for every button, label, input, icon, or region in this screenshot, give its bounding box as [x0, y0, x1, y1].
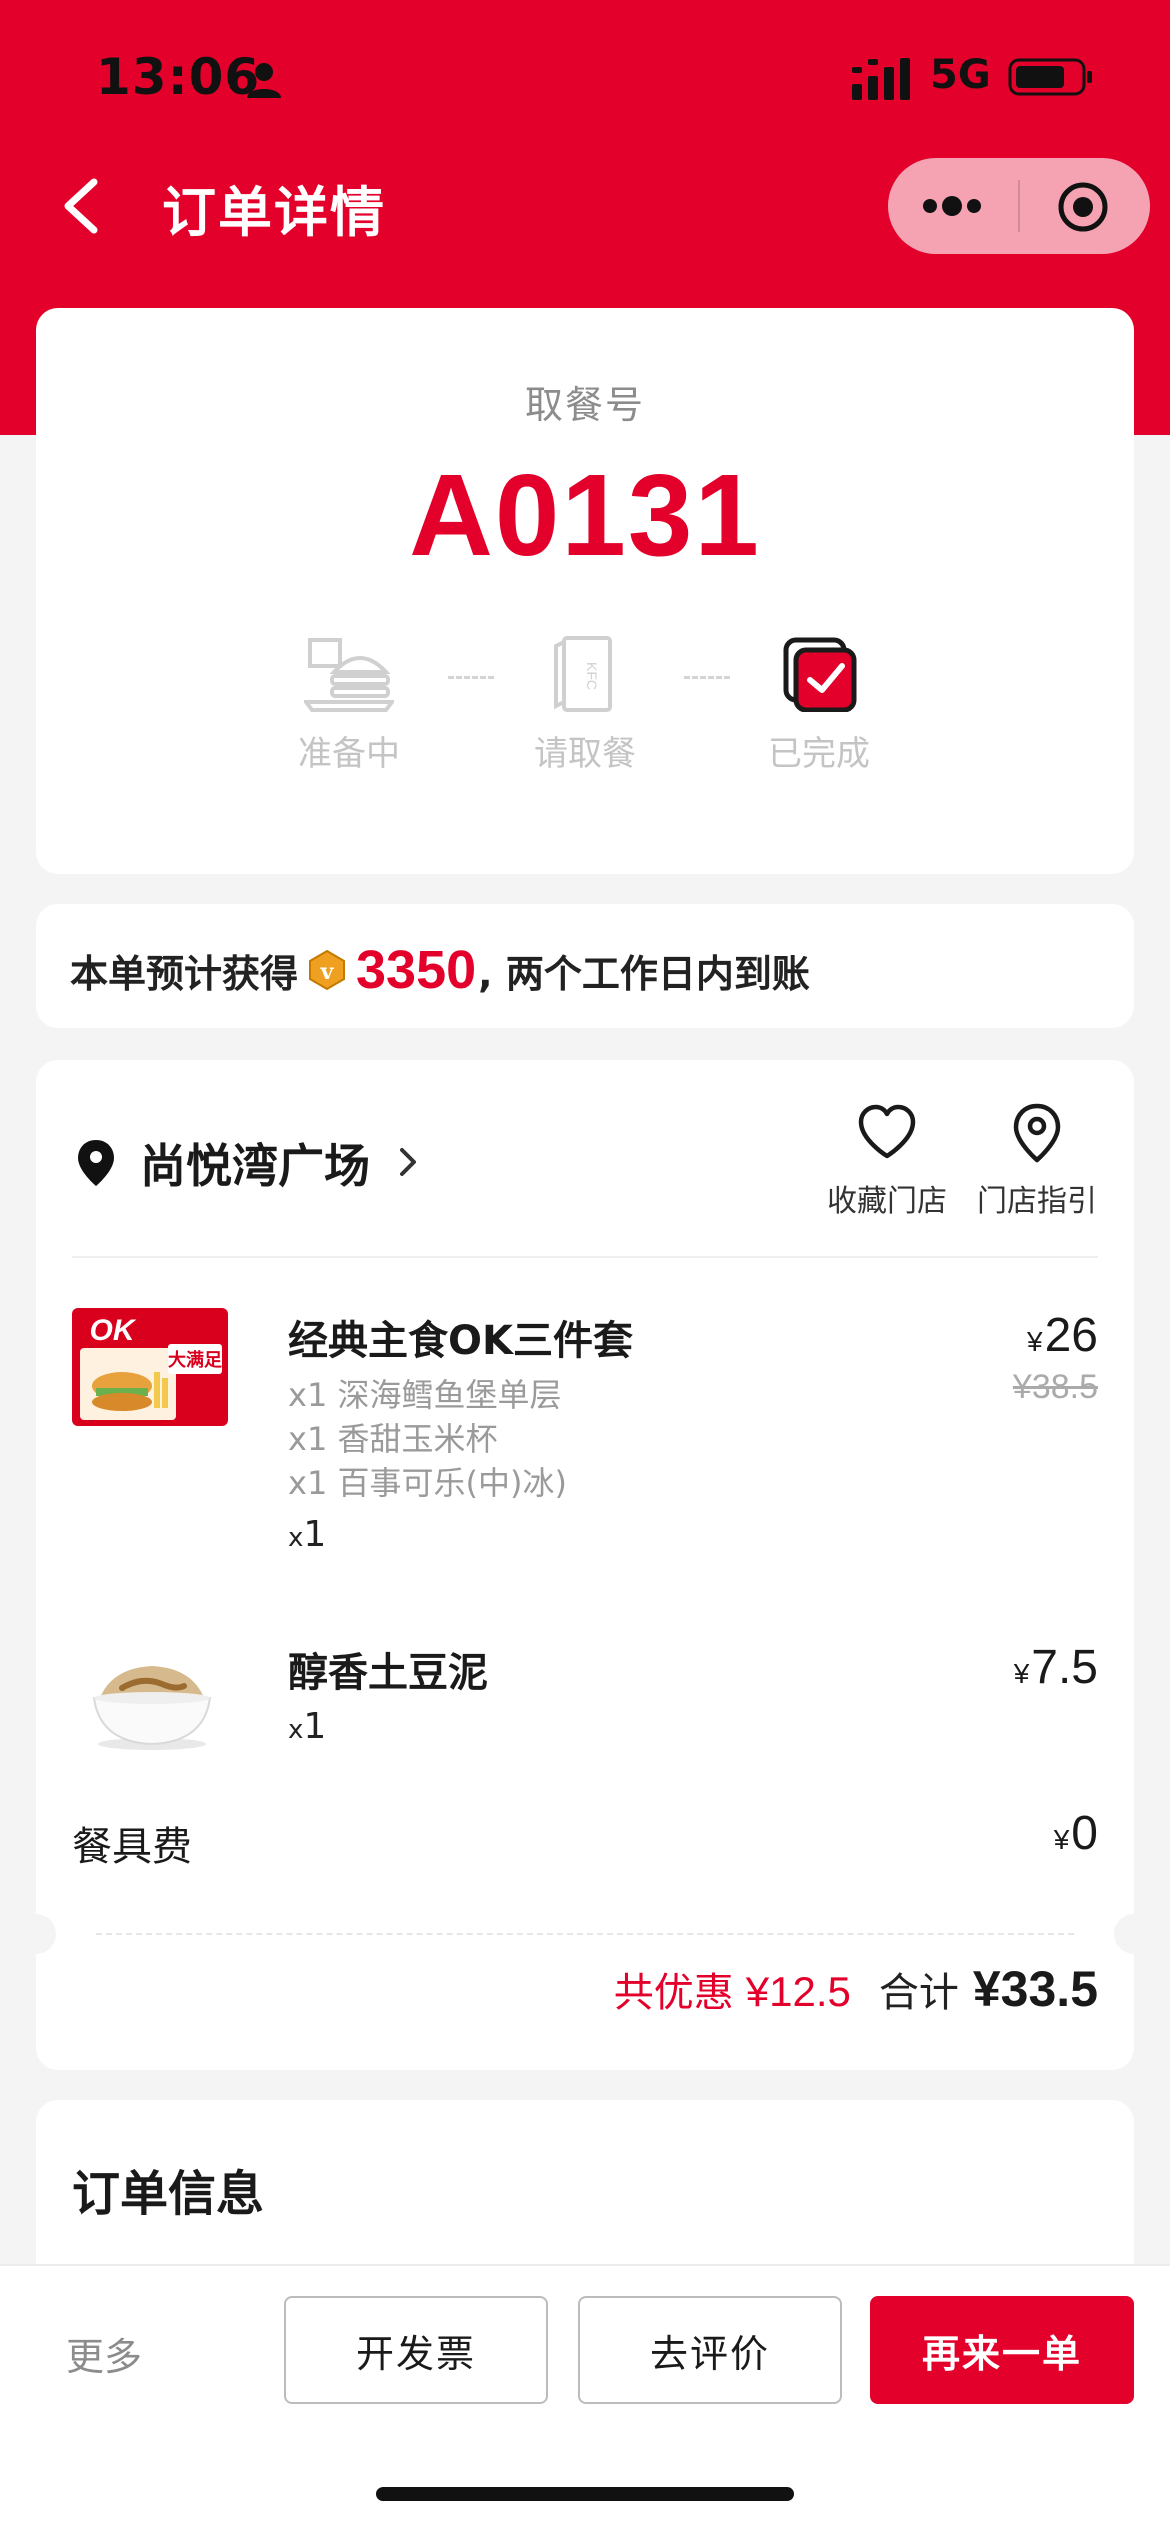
- item-thumbnail-mashed-potato: [72, 1640, 228, 1758]
- step-preparing: 准备中: [274, 636, 424, 775]
- qty-x: x: [288, 1715, 304, 1745]
- battery-icon: [1008, 58, 1092, 96]
- tableware-fee-value: ¥0: [1054, 1806, 1098, 1861]
- item-name: 经典主食OK三件套: [288, 1318, 633, 1364]
- favorite-store-label: 收藏门店: [827, 1184, 947, 1219]
- qty-number: 1: [303, 1706, 327, 1747]
- svg-text:v: v: [320, 959, 335, 985]
- heart-icon: [858, 1104, 916, 1159]
- pickup-card: 取餐号 A0131 准备中 KFC 请取餐 已完成: [36, 308, 1134, 874]
- capsule-divider: [1018, 180, 1020, 232]
- price-value: 26: [1044, 1309, 1098, 1362]
- step-pickup: KFC 请取餐: [510, 636, 660, 775]
- points-row: 本单预计获得 v 3350 , 两个工作日内到账: [70, 940, 810, 1000]
- dashed-divider: [96, 1933, 1074, 1935]
- more-dots-icon[interactable]: [920, 188, 984, 224]
- home-indicator: [376, 2487, 794, 2501]
- ticket-notch: [16, 1914, 56, 1954]
- order-item: OK 大满足 经典主食OK三件套 x1 深海鳕鱼堡单层 x1 香甜玉米杯 x1 …: [72, 1308, 1098, 1568]
- item-name: 醇香土豆泥: [288, 1650, 488, 1696]
- discount-value: ¥12.5: [745, 1968, 851, 2015]
- back-arrow-icon[interactable]: [58, 176, 106, 236]
- order-info-title: 订单信息: [72, 2166, 265, 2222]
- user-icon: [247, 63, 281, 98]
- network-type: 5G: [930, 52, 991, 98]
- miniapp-capsule: [888, 158, 1150, 254]
- pickup-number: A0131: [409, 450, 761, 580]
- fee-amount: 0: [1071, 1807, 1098, 1860]
- divider: [72, 1256, 1098, 1258]
- total-value: ¥33.5: [972, 1961, 1098, 2017]
- order-item: 醇香土豆泥 x1 ¥7.5: [72, 1640, 1098, 1770]
- step-label-completed: 已完成: [768, 734, 870, 774]
- more-button[interactable]: 更多: [66, 2326, 142, 2381]
- favorite-store-button[interactable]: 收藏门店: [822, 1102, 952, 1220]
- ok-combo-image: OK 大满足: [72, 1308, 228, 1426]
- points-value: 3350: [356, 940, 477, 1000]
- points-card: 本单预计获得 v 3350 , 两个工作日内到账: [36, 904, 1134, 1028]
- kfc-bag-icon: KFC: [554, 636, 612, 712]
- v-coin-icon: v: [309, 949, 346, 991]
- location-pin-icon: [78, 1140, 114, 1186]
- step-connector: [448, 676, 494, 679]
- status-bar: 13:06 5G: [0, 0, 1170, 150]
- currency-symbol: ¥: [1053, 1824, 1070, 1855]
- store-name[interactable]: 尚悦湾广场: [140, 1130, 370, 1196]
- ticket-notch: [1114, 1914, 1154, 1954]
- step-connector: [684, 676, 730, 679]
- item-quantity: x1: [288, 1514, 326, 1555]
- map-pin-icon: [1013, 1103, 1061, 1163]
- store-guide-label: 门店指引: [977, 1184, 1097, 1219]
- qty-number: 1: [303, 1514, 327, 1555]
- step-label-pickup: 请取餐: [534, 734, 636, 774]
- svg-text:KFC: KFC: [584, 662, 600, 690]
- status-time: 13:06: [96, 48, 261, 106]
- chevron-right-icon[interactable]: [396, 1146, 420, 1178]
- item-price: ¥7.5: [1014, 1640, 1098, 1695]
- reorder-button[interactable]: 再来一单: [870, 2296, 1134, 2404]
- item-subitem: x1 香甜玉米杯: [288, 1420, 498, 1458]
- currency-symbol: ¥: [1027, 1326, 1043, 1357]
- item-price: ¥26: [1027, 1308, 1098, 1363]
- price-value: 7.5: [1031, 1641, 1098, 1694]
- review-button[interactable]: 去评价: [578, 2296, 842, 2404]
- step-completed: 已完成: [744, 636, 894, 775]
- discount-label: 共优惠: [613, 1970, 734, 2016]
- store-guide-button[interactable]: 门店指引: [972, 1102, 1102, 1220]
- points-prefix: 本单预计获得: [70, 951, 299, 996]
- mashed-potato-image: [92, 1666, 212, 1750]
- item-quantity: x1: [288, 1706, 326, 1747]
- item-subitem: x1 百事可乐(中)冰): [288, 1464, 567, 1502]
- tableware-fee-label: 餐具费: [72, 1824, 192, 1870]
- signal-icon: [852, 58, 910, 100]
- currency-symbol: ¥: [1013, 1658, 1030, 1689]
- thumb-badge-text: 大满足: [168, 1349, 222, 1371]
- step-label-preparing: 准备中: [298, 734, 400, 774]
- close-miniapp-icon[interactable]: [1056, 180, 1110, 234]
- burger-tray-icon: [304, 638, 394, 712]
- item-thumbnail-ok-combo: OK 大满足: [72, 1308, 228, 1426]
- total-label: 合计: [878, 1970, 959, 2016]
- item-subitem: x1 深海鳕鱼堡单层: [288, 1376, 562, 1414]
- points-suffix: , 两个工作日内到账: [478, 951, 810, 996]
- thumb-ok-text: OK: [90, 1314, 137, 1347]
- invoice-button[interactable]: 开发票: [284, 2296, 548, 2404]
- item-original-price: ¥38.5: [1012, 1368, 1098, 1406]
- completed-check-icon: [783, 637, 857, 712]
- pickup-label: 取餐号: [524, 383, 645, 427]
- totals-row: 共优惠 ¥12.5 合计 ¥33.5: [614, 1960, 1098, 2018]
- order-card: 尚悦湾广场 收藏门店 门店指引 OK 大满足 经典主食OK三件套 x1 深海鳕鱼…: [16, 1060, 1154, 2070]
- qty-x: x: [288, 1523, 304, 1553]
- page-title: 订单详情: [162, 181, 386, 244]
